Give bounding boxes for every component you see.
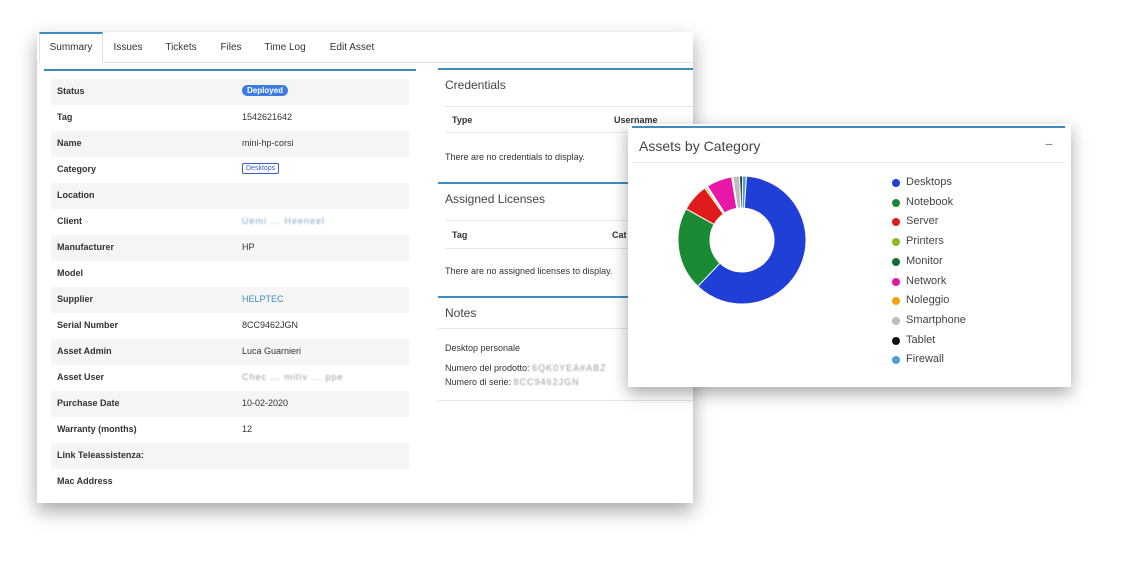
column-header-type[interactable]: Type: [452, 115, 472, 125]
legend-label: Printers: [906, 235, 944, 248]
legend-swatch: [892, 179, 900, 187]
legend-label: Desktops: [906, 176, 952, 188]
detail-label: Status: [57, 86, 85, 96]
legend-label: Firewall: [906, 353, 944, 366]
column-header-tag[interactable]: Tag: [452, 230, 467, 240]
legend-label: Monitor: [906, 254, 943, 267]
legend-label: Network: [906, 274, 947, 287]
detail-label: Supplier: [57, 294, 94, 304]
detail-row-supplier: Supplier HELPTEC: [51, 287, 409, 313]
category-badge[interactable]: Desktops: [242, 163, 280, 174]
legend-swatch: [892, 198, 900, 207]
serial-value: 8CC9462JGN: [513, 377, 580, 387]
detail-row-manufacturer: Manufacturer HP: [51, 235, 409, 261]
asset-window: Summary Issues Tickets Files Time Log Ed…: [37, 32, 693, 503]
legend-swatch: [892, 316, 900, 325]
detail-row-warranty: Warranty (months) 12: [51, 417, 409, 443]
asset-details-panel: Status Deployed Tag 1542621642 Name mini…: [44, 69, 416, 503]
detail-label: Category: [57, 164, 97, 174]
tab-issues[interactable]: Issues: [109, 32, 147, 62]
column-header-category[interactable]: Cat: [612, 230, 627, 240]
tab-summary[interactable]: Summary: [39, 32, 103, 63]
detail-row-asset-user: Asset User Chec ... mitiv ... ppe: [51, 365, 409, 391]
detail-label: Link Teleassistenza:: [57, 450, 144, 460]
detail-row-asset-admin: Asset Admin Luca Guarnieri: [51, 339, 409, 365]
notes-line: Numero del prodotto: 6QK0YEA#ABZ: [445, 363, 607, 373]
detail-value: 10-02-2020: [242, 398, 289, 408]
tab-files[interactable]: Files: [217, 32, 245, 62]
chart-title: Assets by Category: [639, 138, 761, 154]
detail-label: Client: [57, 216, 83, 226]
notes-label: Numero di serie:: [445, 377, 512, 387]
legend-swatch: [892, 277, 900, 286]
detail-label: Location: [57, 190, 95, 200]
legend-swatch: [892, 238, 900, 247]
detail-row-client: Client Uemi ... Heeneel: [51, 209, 409, 235]
licenses-empty-message: There are no assigned licenses to displa…: [445, 266, 613, 276]
divider: [445, 106, 693, 107]
detail-label: Mac Address: [57, 476, 113, 486]
legend-swatch: [892, 218, 900, 227]
detail-label: Tag: [57, 112, 73, 122]
detail-value: HP: [242, 242, 255, 252]
detail-label: Name: [57, 138, 82, 148]
detail-row-category: Category Desktops: [51, 157, 409, 183]
legend-label: Tablet: [906, 333, 936, 346]
detail-row-tag: Tag 1542621642: [51, 105, 409, 131]
detail-value: Luca Guarnieri: [242, 346, 302, 356]
supplier-link[interactable]: HELPTEC: [242, 294, 284, 304]
detail-label: Asset Admin: [57, 346, 112, 356]
legend-swatch: [892, 297, 900, 306]
tab-bar: Summary Issues Tickets Files Time Log Ed…: [37, 32, 693, 63]
donut-chart: [677, 175, 807, 305]
legend-label: Server: [906, 215, 939, 228]
tab-tickets[interactable]: Tickets: [161, 32, 201, 62]
licenses-title: Assigned Licenses: [445, 192, 546, 206]
detail-label: Warranty (months): [57, 424, 137, 434]
client-link[interactable]: Uemi ... Heeneel: [242, 216, 325, 226]
detail-label: Model: [57, 268, 83, 278]
detail-row-link-teleassistenza: Link Teleassistenza:: [51, 443, 409, 469]
legend-swatch: [892, 356, 900, 365]
credentials-title: Credentials: [445, 78, 506, 92]
detail-value: 12: [242, 424, 253, 434]
legend-label: Smartphone: [906, 313, 966, 326]
legend-swatch: [892, 257, 900, 266]
product-number-value: 6QK0YEA#ABZ: [532, 363, 607, 373]
tab-edit-asset[interactable]: Edit Asset: [327, 32, 377, 62]
credentials-empty-message: There are no credentials to display.: [445, 152, 585, 162]
notes-title: Notes: [445, 306, 477, 320]
status-badge: Deployed: [242, 85, 289, 96]
detail-row-name: Name mini-hp-corsi: [51, 131, 409, 157]
notes-line: Numero di serie: 8CC9462JGN: [445, 377, 580, 387]
notes-label: Numero del prodotto:: [445, 363, 530, 373]
detail-value: mini-hp-corsi: [242, 138, 294, 148]
detail-value: 8CC9462JGN: [242, 320, 299, 330]
divider: [632, 162, 1065, 163]
notes-line: Desktop personale: [445, 343, 521, 353]
detail-row-mac-address: Mac Address: [51, 469, 409, 495]
detail-row-purchase-date: Purchase Date 10-02-2020: [51, 391, 409, 417]
detail-row-status: Status Deployed: [51, 79, 409, 105]
tab-time-log[interactable]: Time Log: [262, 32, 308, 62]
detail-row-location: Location: [51, 183, 409, 209]
asset-user-value: Chec ... mitiv ... ppe: [242, 372, 344, 382]
detail-label: Purchase Date: [57, 398, 120, 408]
detail-row-model: Model: [51, 261, 409, 287]
detail-label: Serial Number: [57, 320, 119, 330]
legend-swatch: [892, 336, 900, 345]
legend-label: Noleggio: [906, 294, 950, 307]
detail-label: Asset User: [57, 372, 105, 382]
detail-label: Manufacturer: [57, 242, 115, 252]
legend-label: Notebook: [906, 195, 954, 208]
collapse-button[interactable]: −: [1045, 136, 1053, 152]
detail-row-serial-number: Serial Number 8CC9462JGN: [51, 313, 409, 339]
assets-by-category-window: Assets by Category − Desktops Notebook Ser…: [628, 124, 1071, 387]
detail-value: 1542621642: [242, 112, 293, 122]
assets-by-category-panel: Assets by Category − Desktops Notebook Ser…: [632, 126, 1065, 384]
